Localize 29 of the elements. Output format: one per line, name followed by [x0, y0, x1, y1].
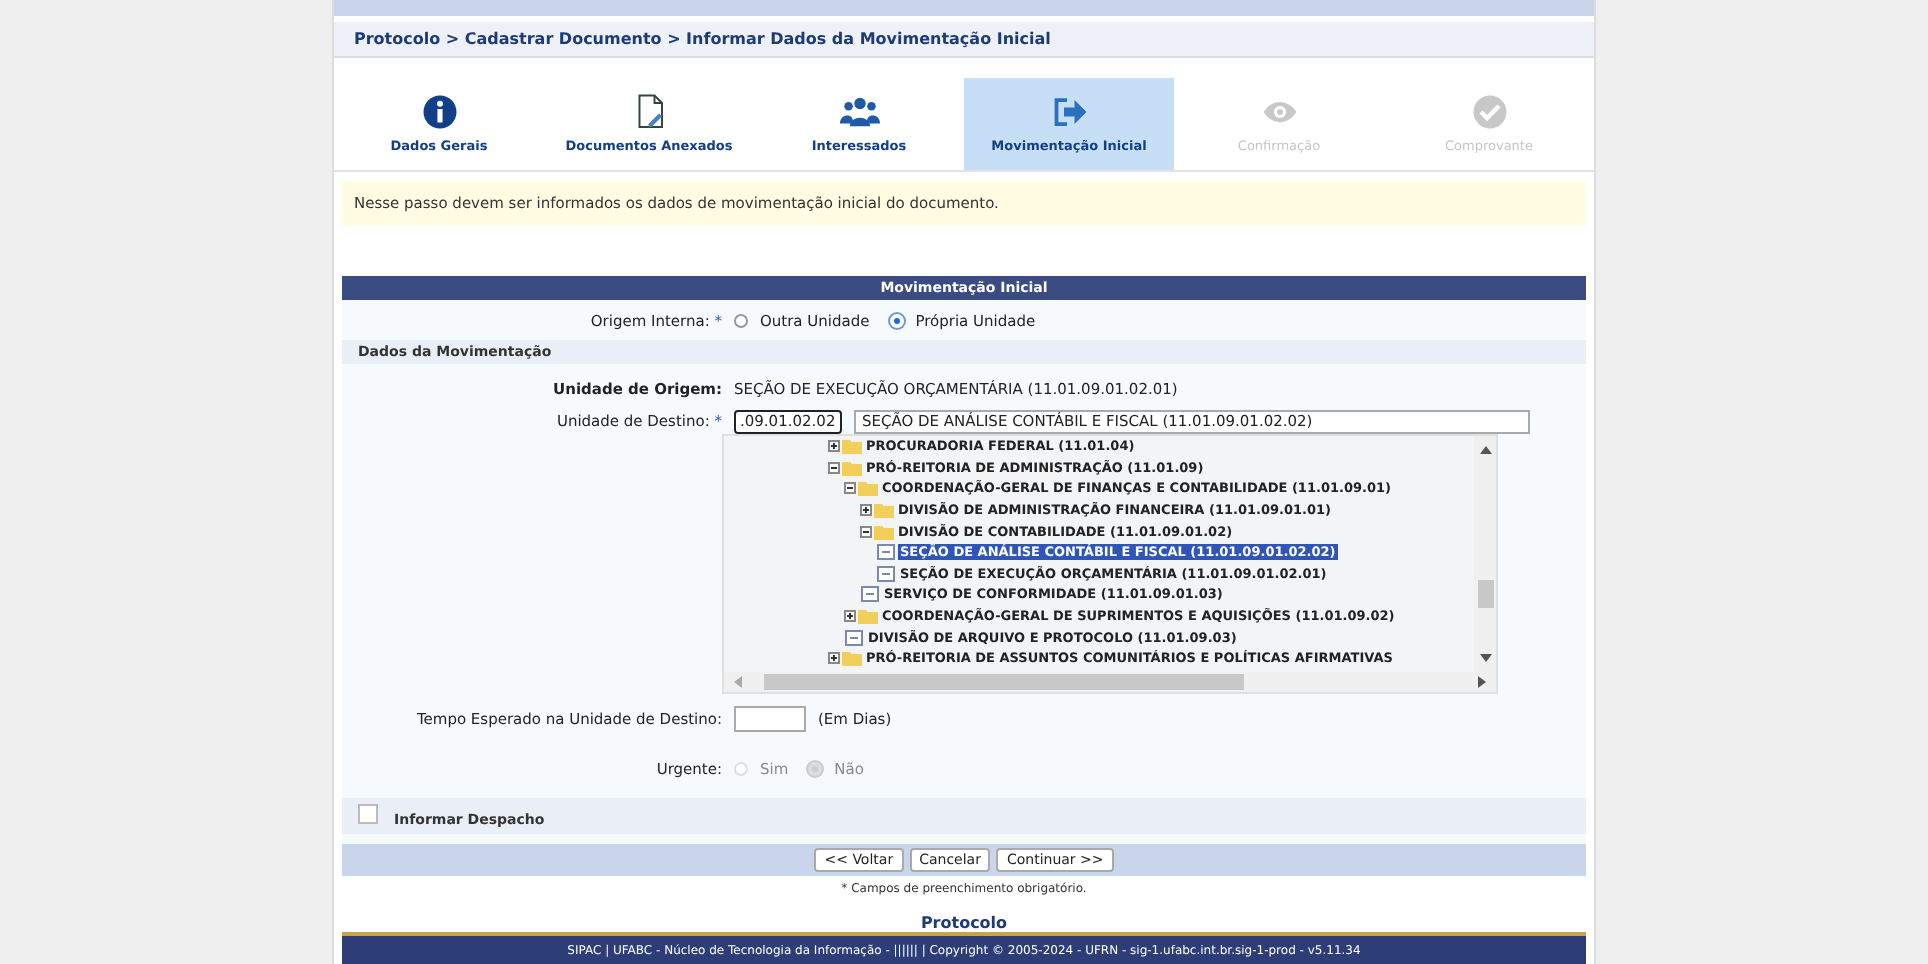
- breadcrumb: Protocolo > Cadastrar Documento > Informar Dados da Movimentação Inicial: [334, 22, 1594, 58]
- module-link[interactable]: Protocolo: [334, 914, 1594, 932]
- scroll-thumb[interactable]: [764, 674, 1244, 690]
- collapse-icon[interactable]: [844, 482, 856, 495]
- scroll-down-icon[interactable]: [1479, 652, 1491, 664]
- collapse-icon[interactable]: [860, 525, 872, 538]
- unit-icon: [876, 544, 896, 561]
- check-circle-icon: [1469, 94, 1509, 130]
- scroll-right-icon[interactable]: [1476, 676, 1488, 688]
- folder-icon: [842, 650, 862, 667]
- expand-icon[interactable]: [860, 504, 872, 517]
- expand-icon[interactable]: [828, 652, 840, 665]
- folder-icon: [858, 608, 878, 625]
- info-icon: [419, 94, 459, 130]
- scroll-thumb[interactable]: [1477, 580, 1493, 608]
- unit-icon: [844, 629, 864, 646]
- scroll-up-icon[interactable]: [1479, 444, 1491, 456]
- expand-icon[interactable]: [828, 440, 840, 453]
- unit-icon: [860, 586, 880, 603]
- collapse-icon[interactable]: [828, 461, 840, 474]
- people-icon: [839, 94, 879, 130]
- horizontal-scrollbar[interactable]: [724, 672, 1496, 692]
- radio-button[interactable]: [734, 314, 748, 328]
- days-field[interactable]: [734, 706, 806, 732]
- exit-arrow-icon: [1049, 94, 1089, 130]
- vertical-scrollbar[interactable]: [1474, 436, 1496, 672]
- checkbox[interactable]: [358, 804, 378, 824]
- expand-icon[interactable]: [844, 610, 856, 623]
- unit-icon: [876, 565, 896, 582]
